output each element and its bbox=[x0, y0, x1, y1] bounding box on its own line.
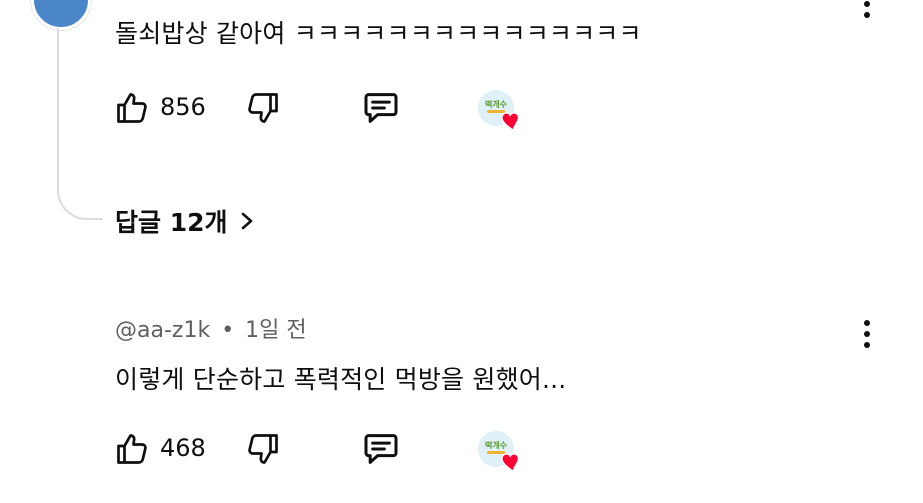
comment1-like-count: 856 bbox=[160, 93, 206, 121]
thumbs-down-icon bbox=[248, 434, 278, 464]
creator-heart-icon: 떡개수 bbox=[478, 431, 520, 472]
creator-logo-text: 떡개수 bbox=[485, 99, 508, 109]
comment2-more-actions-button[interactable] bbox=[855, 320, 879, 348]
comment2-text: 이렇게 단순하고 폭력적인 먹방을 원했어... bbox=[115, 365, 567, 394]
comment-bubble-icon bbox=[364, 434, 398, 464]
comment-bubble-icon bbox=[364, 93, 398, 123]
thumbs-up-icon bbox=[117, 434, 147, 464]
comment1-more-actions-button[interactable] bbox=[855, 0, 879, 18]
comment2-meta: @aa-z1k • 1일 전 bbox=[115, 312, 307, 344]
comment1-dislike-button[interactable] bbox=[243, 88, 283, 128]
creator-heart-badge: 떡개수 bbox=[476, 88, 522, 138]
comment2-like-count: 468 bbox=[160, 434, 206, 462]
comment2-author-handle[interactable]: @aa-z1k bbox=[115, 318, 210, 343]
thumbs-up-icon bbox=[117, 93, 147, 123]
comment1-text: 돌쇠밥상 같아여 ㅋㅋㅋㅋㅋㅋㅋㅋㅋㅋㅋㅋㅋㅋㅋ bbox=[115, 19, 642, 48]
thumbs-down-icon bbox=[248, 93, 278, 123]
reply-thread-connector bbox=[57, 28, 103, 220]
commenter-avatar[interactable] bbox=[31, 0, 91, 30]
chevron-right-icon bbox=[241, 212, 252, 230]
comment1-like-button[interactable] bbox=[112, 88, 152, 128]
creator-logo-text: 떡개수 bbox=[485, 440, 508, 450]
comment2-reply-button[interactable] bbox=[360, 429, 402, 469]
comment2-dislike-button[interactable] bbox=[243, 429, 283, 469]
creator-heart-icon: 떡개수 bbox=[478, 90, 520, 131]
comment2-like-button[interactable] bbox=[112, 429, 152, 469]
meta-separator: • bbox=[221, 318, 235, 343]
replies-count-label: 답글 12개 bbox=[115, 208, 228, 237]
view-replies-button[interactable]: 답글 12개 bbox=[115, 203, 256, 239]
comment2-timestamp[interactable]: 1일 전 bbox=[245, 318, 306, 343]
comment1-reply-button[interactable] bbox=[360, 88, 402, 128]
creator-heart-badge: 떡개수 bbox=[476, 429, 522, 479]
